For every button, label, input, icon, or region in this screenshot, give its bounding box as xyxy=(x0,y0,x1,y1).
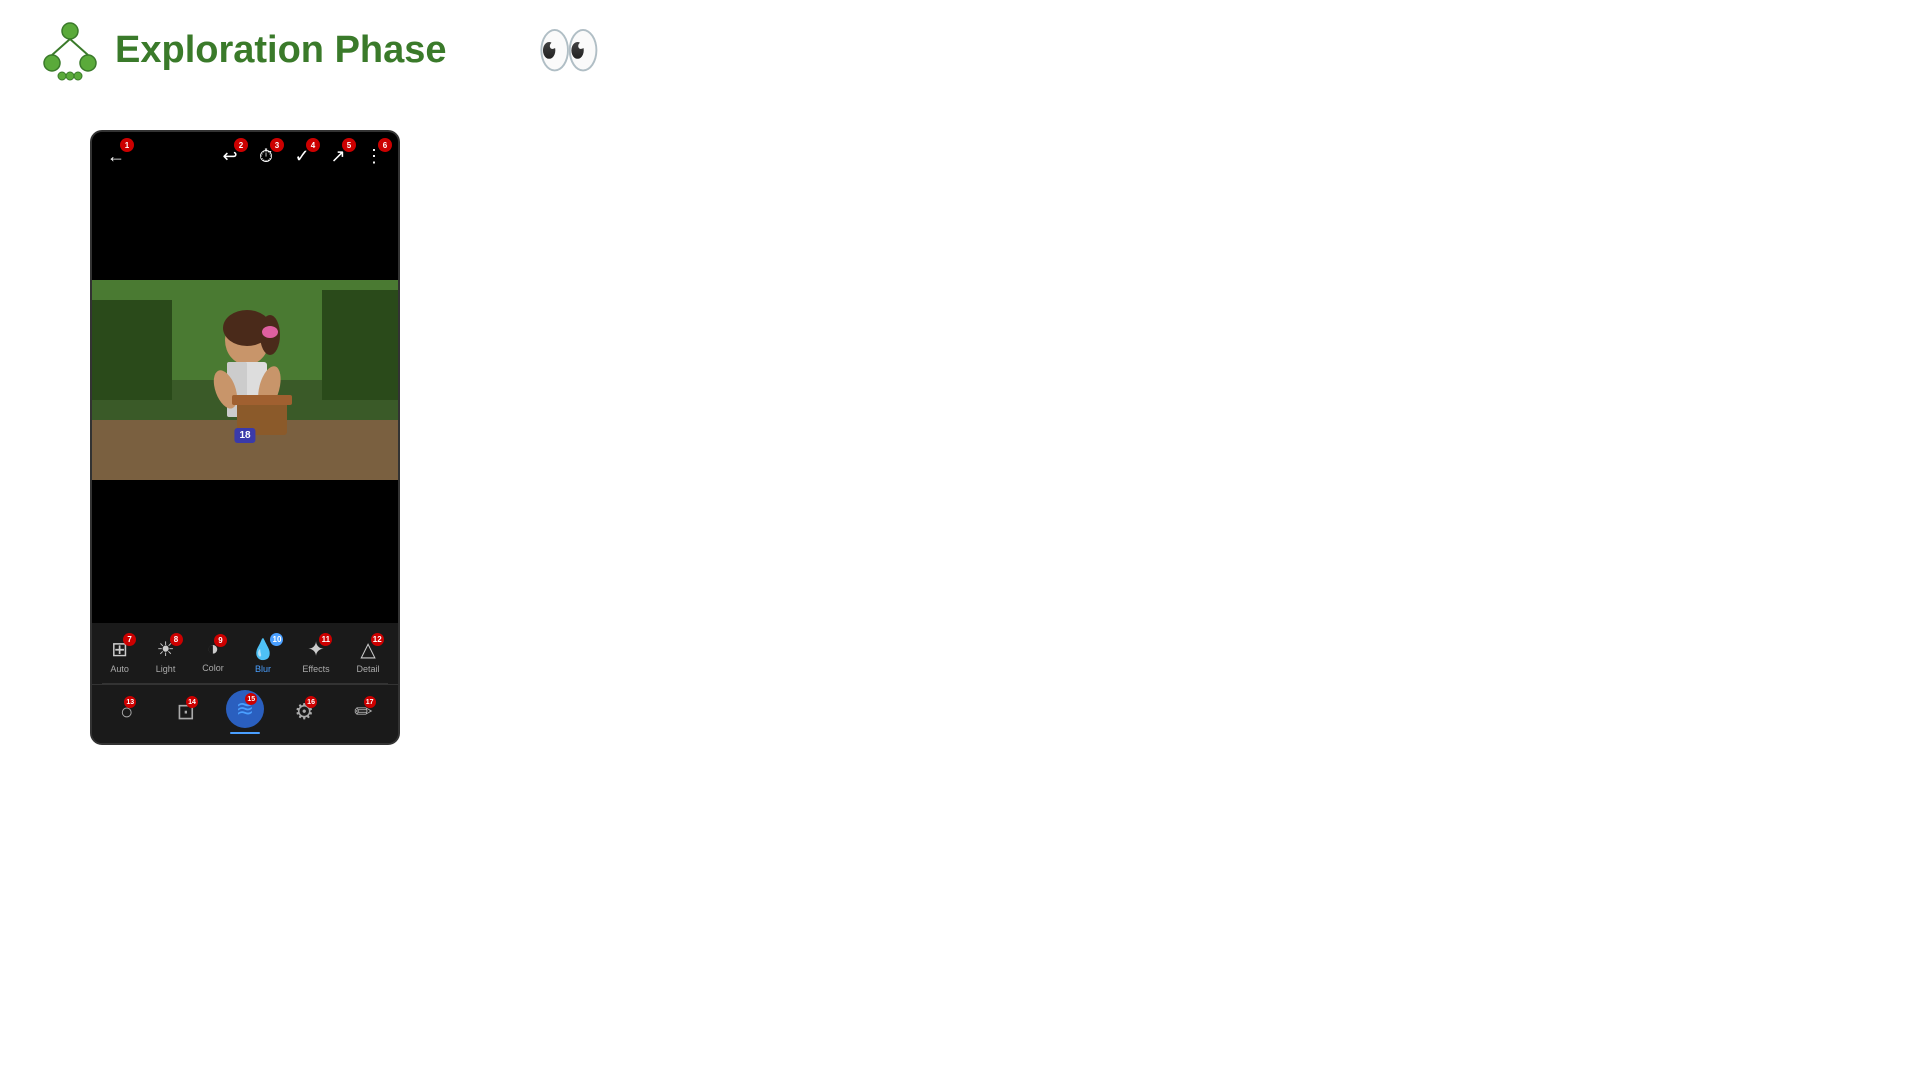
blur-icon: 💧 10 xyxy=(251,637,276,662)
top-bar: ← 1 ↩ 2 ⏱ 3 ✓ 4 ↗ 5 ⋮ 6 xyxy=(92,132,398,180)
auto-icon: ⊞ 7 xyxy=(111,637,128,662)
undo-button[interactable]: ↩ 2 xyxy=(216,142,244,170)
eyes-emoji: 👀 xyxy=(537,20,602,81)
gradient-badge: 14 xyxy=(186,696,198,708)
effects-icon: ✦ 11 xyxy=(308,637,325,662)
toolbar-top-row: ⊞ 7 Auto ☀ 8 Light ◑ 9 Color xyxy=(92,623,398,683)
auto-badge: 7 xyxy=(123,633,136,646)
page-title: Exploration Phase xyxy=(115,29,447,72)
radial-badge: 13 xyxy=(124,696,136,708)
share-badge: 5 xyxy=(342,138,356,152)
toolbar-light[interactable]: ☀ 8 Light xyxy=(156,637,176,674)
detail-icon: △ 12 xyxy=(360,637,375,662)
history-button[interactable]: ⏱ 3 xyxy=(252,142,280,170)
photo-svg xyxy=(92,280,398,480)
more-button[interactable]: ⋮ 6 xyxy=(360,142,388,170)
toolbar-bottom-row: ○ 13 ⊡ 14 ≋ 15 xyxy=(92,684,398,739)
photo-number-label: 18 xyxy=(234,428,255,443)
top-bar-right: ↩ 2 ⏱ 3 ✓ 4 ↗ 5 ⋮ 6 xyxy=(216,142,388,170)
tree-logo-icon xyxy=(40,21,100,81)
effects-badge: 11 xyxy=(319,633,332,646)
back-button[interactable]: ← 1 xyxy=(102,142,130,170)
top-black-area xyxy=(92,180,398,280)
undo-badge: 2 xyxy=(234,138,248,152)
toolbar-detail[interactable]: △ 12 Detail xyxy=(357,637,380,674)
header: Exploration Phase 👀 xyxy=(0,0,1920,101)
detail-badge: 12 xyxy=(371,633,384,646)
active-icon: ≋ 15 xyxy=(236,696,254,722)
toolbar-auto[interactable]: ⊞ 7 Auto xyxy=(110,637,129,674)
more-badge: 6 xyxy=(378,138,392,152)
photo-area: 18 xyxy=(92,280,398,630)
share-button[interactable]: ↗ 5 xyxy=(324,142,352,170)
history-badge: 3 xyxy=(270,138,284,152)
auto-label: Auto xyxy=(110,664,129,674)
apply-badge: 4 xyxy=(306,138,320,152)
apply-button[interactable]: ✓ 4 xyxy=(288,142,316,170)
top-bar-left: ← 1 xyxy=(102,142,130,170)
bottom-toolbar: ⊞ 7 Auto ☀ 8 Light ◑ 9 Color xyxy=(92,623,398,743)
photo-bottom-black xyxy=(92,480,398,630)
settings-badge: 16 xyxy=(305,696,317,708)
active-indicator xyxy=(230,732,260,734)
sub-tool-radial[interactable]: ○ 13 xyxy=(102,699,151,725)
sub-tool-gradient[interactable]: ⊡ 14 xyxy=(161,699,210,725)
logo-area: Exploration Phase xyxy=(40,21,447,81)
light-badge: 8 xyxy=(170,633,183,646)
blur-badge: 10 xyxy=(270,633,283,646)
active-badge: 15 xyxy=(245,693,257,705)
color-label: Color xyxy=(202,663,224,673)
gradient-icon: ⊡ 14 xyxy=(177,699,195,725)
toolbar-blur[interactable]: 💧 10 Blur xyxy=(251,637,276,674)
toolbar-color[interactable]: ◑ 9 Color xyxy=(202,638,224,673)
phone-mockup: ← 1 ↩ 2 ⏱ 3 ✓ 4 ↗ 5 ⋮ 6 xyxy=(90,130,400,745)
back-badge: 1 xyxy=(120,138,134,152)
color-badge: 9 xyxy=(214,634,227,647)
brush-icon: ✏ 17 xyxy=(354,699,372,725)
sub-tool-brush[interactable]: ✏ 17 xyxy=(339,699,388,725)
toolbar-effects[interactable]: ✦ 11 Effects xyxy=(302,637,329,674)
settings-icon: ⚙ 16 xyxy=(294,699,314,725)
effects-label: Effects xyxy=(302,664,329,674)
photo-image: 18 xyxy=(92,280,398,480)
sub-tool-active[interactable]: ≋ 15 xyxy=(220,690,269,734)
color-icon: ◑ 9 xyxy=(207,638,219,661)
light-label: Light xyxy=(156,664,176,674)
light-icon: ☀ 8 xyxy=(157,637,175,662)
radial-icon: ○ 13 xyxy=(120,699,133,725)
sub-tool-settings[interactable]: ⚙ 16 xyxy=(280,699,329,725)
active-circle: ≋ 15 xyxy=(226,690,264,728)
blur-label: Blur xyxy=(255,664,271,674)
detail-label: Detail xyxy=(357,664,380,674)
brush-badge: 17 xyxy=(364,696,376,708)
